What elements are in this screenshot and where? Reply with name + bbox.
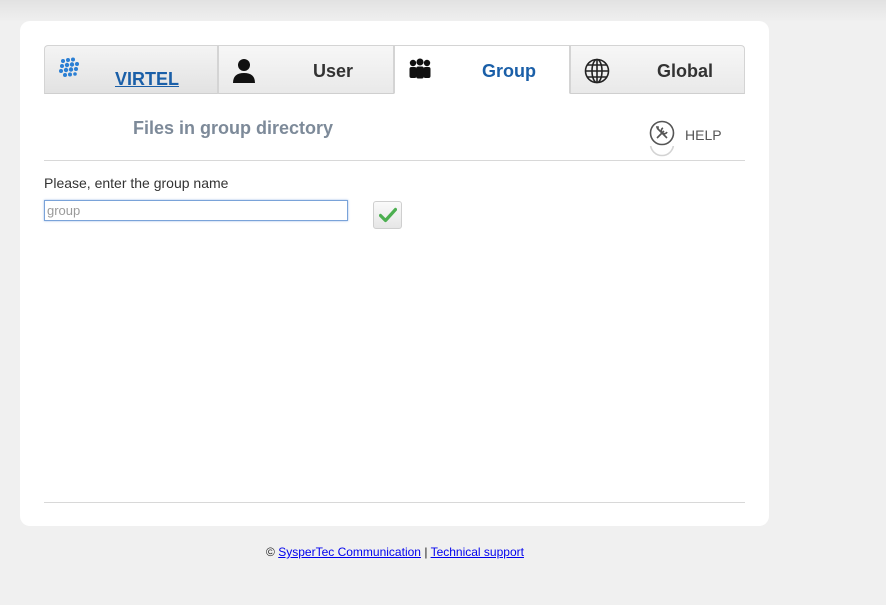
tab-label: Global <box>657 61 714 81</box>
footer-divider <box>44 502 745 503</box>
help-label: HELP <box>685 127 722 143</box>
tab-label: Group <box>482 61 536 81</box>
tab-label: VIRTEL <box>115 69 180 89</box>
virtel-logo-icon <box>57 57 85 85</box>
submit-button[interactable] <box>373 201 402 229</box>
tab-group[interactable]: Group <box>394 45 570 94</box>
tab-user[interactable]: User <box>218 45 394 94</box>
group-name-prompt: Please, enter the group name <box>44 175 229 191</box>
help-button[interactable]: HELP <box>649 120 729 160</box>
help-reflection <box>649 146 729 160</box>
top-shade <box>0 0 886 22</box>
user-icon <box>231 57 259 85</box>
page-title: Files in group directory <box>133 118 334 138</box>
main-panel <box>20 21 769 526</box>
company-link[interactable]: SysperTec Communication <box>278 545 421 559</box>
technical-support-link[interactable]: Technical support <box>431 545 524 559</box>
globe-icon <box>583 57 611 85</box>
tab-label: User <box>313 61 354 81</box>
tab-bar: VIRTEL User Group Global <box>44 45 745 95</box>
group-icon <box>407 57 435 85</box>
group-name-input[interactable] <box>44 200 348 221</box>
footer-separator: | <box>424 545 428 559</box>
copyright-symbol: © <box>266 545 275 559</box>
tab-global[interactable]: Global <box>570 45 745 94</box>
checkmark-icon <box>379 207 397 223</box>
tab-virtel[interactable]: VIRTEL <box>44 45 218 94</box>
tools-icon <box>649 120 675 146</box>
header-divider <box>44 160 745 161</box>
footer: © SysperTec Communication | Technical su… <box>0 545 790 559</box>
